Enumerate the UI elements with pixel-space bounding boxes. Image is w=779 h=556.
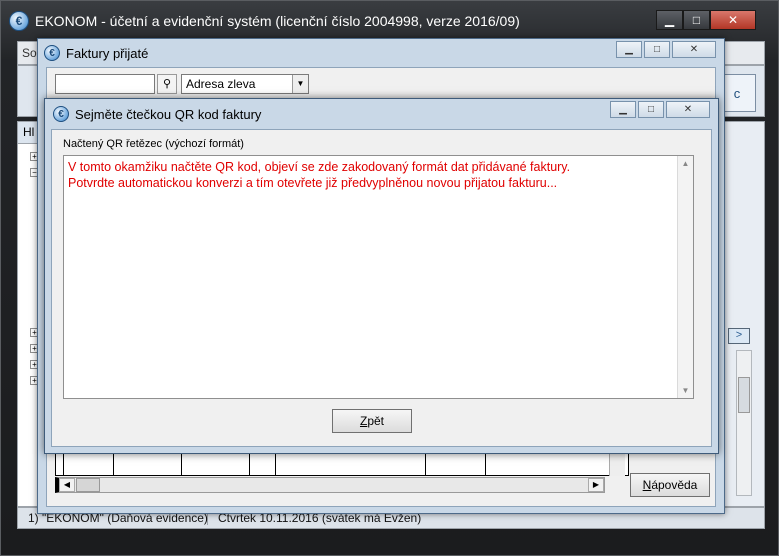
help-button-label: ápověda [651,478,698,492]
faktury-icon: € [44,45,60,61]
minimize-icon[interactable]: ▁ [656,10,683,30]
qr-text-scrollbar[interactable]: ▲ ▼ [677,156,693,398]
filter-selected-value: Adresa zleva [186,77,256,91]
grid-cell[interactable] [250,453,276,475]
grid-horizontal-scrollbar[interactable]: ◀ ▶ [55,477,605,493]
scroll-thumb[interactable] [738,377,750,413]
main-window-controls: ▁ □ ✕ [656,10,756,30]
faktury-title-bar: € Faktury přijaté [44,45,148,61]
grid-cell[interactable] [182,453,250,475]
filter-select[interactable]: Adresa zleva ▼ [181,74,309,94]
maximize-icon[interactable]: □ [683,10,710,30]
minimize-icon[interactable]: ▁ [610,101,636,118]
grid-cell[interactable] [426,453,486,475]
close-icon[interactable]: ✕ [672,41,716,58]
qr-dialog-body: Načtený QR řetězec (výchozí formát) V to… [51,129,712,447]
scroll-thumb[interactable] [76,478,100,492]
close-icon[interactable]: ✕ [710,10,756,30]
faktury-window-controls: ▁ □ ✕ [616,41,716,58]
grid-cell[interactable] [276,453,426,475]
search-input[interactable] [55,74,155,94]
qr-dialog-title: Sejměte čtečkou QR kod faktury [75,106,262,122]
close-icon[interactable]: ✕ [666,101,710,118]
maximize-icon[interactable]: □ [638,101,664,118]
grid-cell[interactable] [64,453,114,475]
app-icon: € [9,11,29,31]
qr-text-line: V tomto okamžiku načtěte QR kod, objeví … [68,160,571,174]
back-button-accel: Z [359,414,368,428]
back-button[interactable]: Zpět [332,409,412,433]
qr-field-label: Načtený QR řetězec (výchozí formát) [63,138,244,150]
qr-text-line: Potvrdte automatickou konverzi a tím ote… [68,176,558,190]
right-pane: > [721,121,765,507]
help-button-accel: N [642,478,652,492]
grid-vertical-scrollbar[interactable] [609,452,625,476]
grid-cell[interactable] [114,453,182,475]
scroll-down-icon[interactable]: ▼ [678,383,693,398]
invoice-grid[interactable] [55,452,629,476]
grid-cell[interactable] [486,453,628,475]
qr-window-controls: ▁ □ ✕ [610,101,710,118]
scroll-up-icon[interactable]: ▲ [678,156,693,171]
qr-dialog-icon: € [53,106,69,122]
binoculars-icon[interactable]: ⚲ [157,74,177,94]
help-glyph: c [733,85,741,101]
dropdown-arrow-icon[interactable]: ▼ [292,75,308,93]
right-scrollbar[interactable] [736,350,752,496]
main-window-title: EKONOM - účetní a evidenční systém (lice… [35,13,520,29]
back-button-label: pět [367,414,385,428]
help-button[interactable]: Nápověda [630,473,710,497]
next-button[interactable]: > [728,328,750,344]
scroll-left-icon[interactable]: ◀ [59,478,75,492]
maximize-icon[interactable]: □ [644,41,670,58]
menu-item-first[interactable]: So [22,46,37,60]
minimize-icon[interactable]: ▁ [616,41,642,58]
scroll-right-icon[interactable]: ▶ [588,478,604,492]
qr-scan-dialog: € Sejměte čtečkou QR kod faktury ▁ □ ✕ N… [44,98,719,454]
main-title-bar: € EKONOM - účetní a evidenční systém (li… [9,10,520,32]
grid-cell[interactable] [56,453,64,475]
qr-string-textarea[interactable]: V tomto okamžiku načtěte QR kod, objeví … [63,155,694,399]
faktury-title: Faktury přijaté [66,45,149,61]
qr-title-bar: € Sejměte čtečkou QR kod faktury [53,106,261,122]
